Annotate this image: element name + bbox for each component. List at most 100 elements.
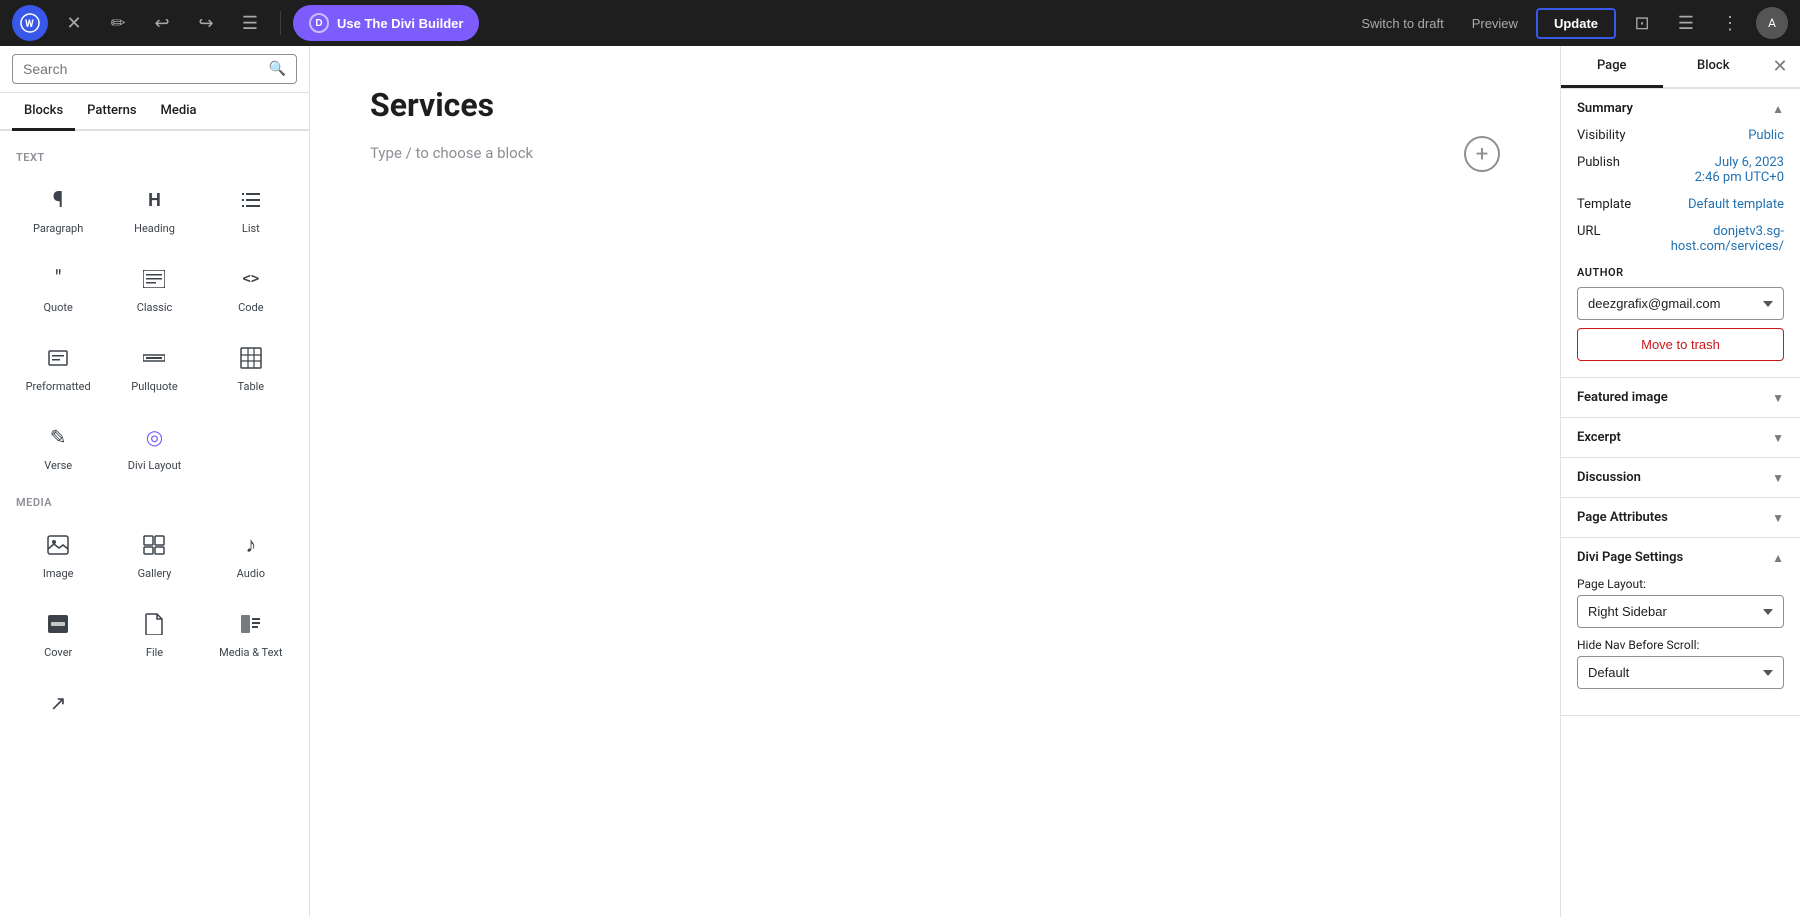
block-item-media-text[interactable]: Media & Text xyxy=(205,596,297,671)
block-item-embed[interactable]: ↗ xyxy=(12,675,104,737)
page-layout-label: Page Layout: xyxy=(1577,577,1784,591)
block-item-image[interactable]: Image xyxy=(12,517,104,592)
visibility-row: Visibility Public xyxy=(1577,128,1784,143)
paragraph-icon: ¶ xyxy=(42,184,74,216)
preformatted-label: Preformatted xyxy=(26,380,91,393)
main-layout: 🔍 Blocks Patterns Media TEXT ¶ Paragraph… xyxy=(0,46,1800,917)
embed-icon: ↗ xyxy=(42,687,74,719)
gallery-label: Gallery xyxy=(138,567,172,580)
visibility-value[interactable]: Public xyxy=(1748,128,1784,143)
pullquote-label: Pullquote xyxy=(131,380,177,393)
page-layout-select[interactable]: Right Sidebar Left Sidebar Full Width No… xyxy=(1577,595,1784,628)
classic-icon xyxy=(138,263,170,295)
summary-section: Summary ▲ Visibility Public Publish July… xyxy=(1561,89,1800,378)
search-input[interactable] xyxy=(23,61,261,77)
page-attributes-header[interactable]: Page Attributes ▼ xyxy=(1561,498,1800,537)
more-options-button[interactable]: ⋮ xyxy=(1712,5,1748,41)
publish-value[interactable]: July 6, 2023 2:46 pm UTC+0 xyxy=(1695,155,1784,185)
block-item-heading[interactable]: H Heading xyxy=(108,172,200,247)
block-item-paragraph[interactable]: ¶ Paragraph xyxy=(12,172,104,247)
add-block-button[interactable]: + xyxy=(1464,136,1500,172)
divi-layout-icon: ◎ xyxy=(138,421,170,453)
divi-settings-header[interactable]: Divi Page Settings ▲ xyxy=(1561,538,1800,577)
block-item-table[interactable]: Table xyxy=(205,330,297,405)
block-item-divi-layout[interactable]: ◎ Divi Layout xyxy=(108,409,200,484)
move-to-trash-button[interactable]: Move to trash xyxy=(1577,328,1784,361)
page-attributes-section: Page Attributes ▼ xyxy=(1561,498,1800,538)
heading-icon: H xyxy=(138,184,170,216)
template-value[interactable]: Default template xyxy=(1688,197,1784,212)
preformatted-icon xyxy=(42,342,74,374)
audio-icon: ♪ xyxy=(235,529,267,561)
featured-image-chevron: ▼ xyxy=(1772,391,1784,405)
block-item-pullquote[interactable]: Pullquote xyxy=(108,330,200,405)
update-button[interactable]: Update xyxy=(1536,8,1616,39)
block-item-audio[interactable]: ♪ Audio xyxy=(205,517,297,592)
block-item-classic[interactable]: Classic xyxy=(108,251,200,326)
block-item-list[interactable]: List xyxy=(205,172,297,247)
block-item-verse[interactable]: ✎ Verse xyxy=(12,409,104,484)
visibility-label: Visibility xyxy=(1577,128,1626,143)
tab-patterns[interactable]: Patterns xyxy=(75,93,148,131)
tab-media[interactable]: Media xyxy=(149,93,209,131)
divi-settings-section: Divi Page Settings ▲ Page Layout: Right … xyxy=(1561,538,1800,716)
text-section-label: TEXT xyxy=(16,151,297,164)
quote-label: Quote xyxy=(43,301,72,314)
page-attributes-chevron: ▼ xyxy=(1772,511,1784,525)
right-panel-header: Page Block ✕ xyxy=(1561,46,1800,88)
divi-settings-body: Page Layout: Right Sidebar Left Sidebar … xyxy=(1561,577,1800,715)
summary-chevron: ▲ xyxy=(1772,102,1784,116)
block-item-gallery[interactable]: Gallery xyxy=(108,517,200,592)
edit-icon-button[interactable]: ✏ xyxy=(100,5,136,41)
tab-page[interactable]: Page xyxy=(1561,46,1663,88)
separator xyxy=(280,11,281,35)
audio-label: Audio xyxy=(237,567,265,580)
svg-text:W: W xyxy=(25,19,34,30)
verse-icon: ✎ xyxy=(42,421,74,453)
list-label: List xyxy=(242,222,260,235)
heading-label: Heading xyxy=(134,222,175,235)
settings-button[interactable]: ☰ xyxy=(1668,5,1704,41)
close-button[interactable]: ✕ xyxy=(56,5,92,41)
tab-block[interactable]: Block xyxy=(1663,46,1765,88)
table-icon xyxy=(235,342,267,374)
list-view-button[interactable]: ☰ xyxy=(232,5,268,41)
search-icon: 🔍 xyxy=(269,61,286,77)
blocks-list: TEXT ¶ Paragraph H Heading List " xyxy=(0,131,309,917)
switch-to-draft-button[interactable]: Switch to draft xyxy=(1351,10,1453,37)
search-input-wrap: 🔍 xyxy=(12,54,297,84)
block-item-file[interactable]: File xyxy=(108,596,200,671)
tab-blocks[interactable]: Blocks xyxy=(12,93,75,131)
undo-button[interactable]: ↩ xyxy=(144,5,180,41)
left-panel: 🔍 Blocks Patterns Media TEXT ¶ Paragraph… xyxy=(0,46,310,917)
divi-builder-button[interactable]: D Use The Divi Builder xyxy=(293,5,479,41)
list-icon xyxy=(235,184,267,216)
url-value[interactable]: donjetv3.sg-host.com/services/ xyxy=(1600,224,1784,254)
block-placeholder[interactable]: Type / to choose a block xyxy=(370,144,533,162)
featured-image-header[interactable]: Featured image ▼ xyxy=(1561,378,1800,417)
block-item-quote[interactable]: " Quote xyxy=(12,251,104,326)
summary-header[interactable]: Summary ▲ xyxy=(1561,89,1800,128)
excerpt-header[interactable]: Excerpt ▼ xyxy=(1561,418,1800,457)
preview-button[interactable]: Preview xyxy=(1462,10,1528,37)
right-panel: Page Block ✕ Summary ▲ Visibility Public… xyxy=(1560,46,1800,917)
template-label: Template xyxy=(1577,197,1631,212)
redo-button[interactable]: ↪ xyxy=(188,5,224,41)
quote-icon: " xyxy=(42,263,74,295)
discussion-header[interactable]: Discussion ▼ xyxy=(1561,458,1800,497)
right-panel-close-button[interactable]: ✕ xyxy=(1764,51,1796,83)
discussion-chevron: ▼ xyxy=(1772,471,1784,485)
page-attributes-title: Page Attributes xyxy=(1577,510,1668,525)
divi-icon: D xyxy=(309,13,329,33)
excerpt-chevron: ▼ xyxy=(1772,431,1784,445)
image-icon xyxy=(42,529,74,561)
author-select[interactable]: deezgrafix@gmail.com xyxy=(1577,287,1784,320)
block-item-code[interactable]: <> Code xyxy=(205,251,297,326)
avatar[interactable]: A xyxy=(1756,7,1788,39)
featured-image-title: Featured image xyxy=(1577,390,1668,405)
hide-nav-select[interactable]: Default Enable Disable xyxy=(1577,656,1784,689)
view-toggle-button[interactable]: ⊡ xyxy=(1624,5,1660,41)
page-title[interactable]: Services xyxy=(370,86,1500,124)
block-item-preformatted[interactable]: Preformatted xyxy=(12,330,104,405)
block-item-cover[interactable]: Cover xyxy=(12,596,104,671)
